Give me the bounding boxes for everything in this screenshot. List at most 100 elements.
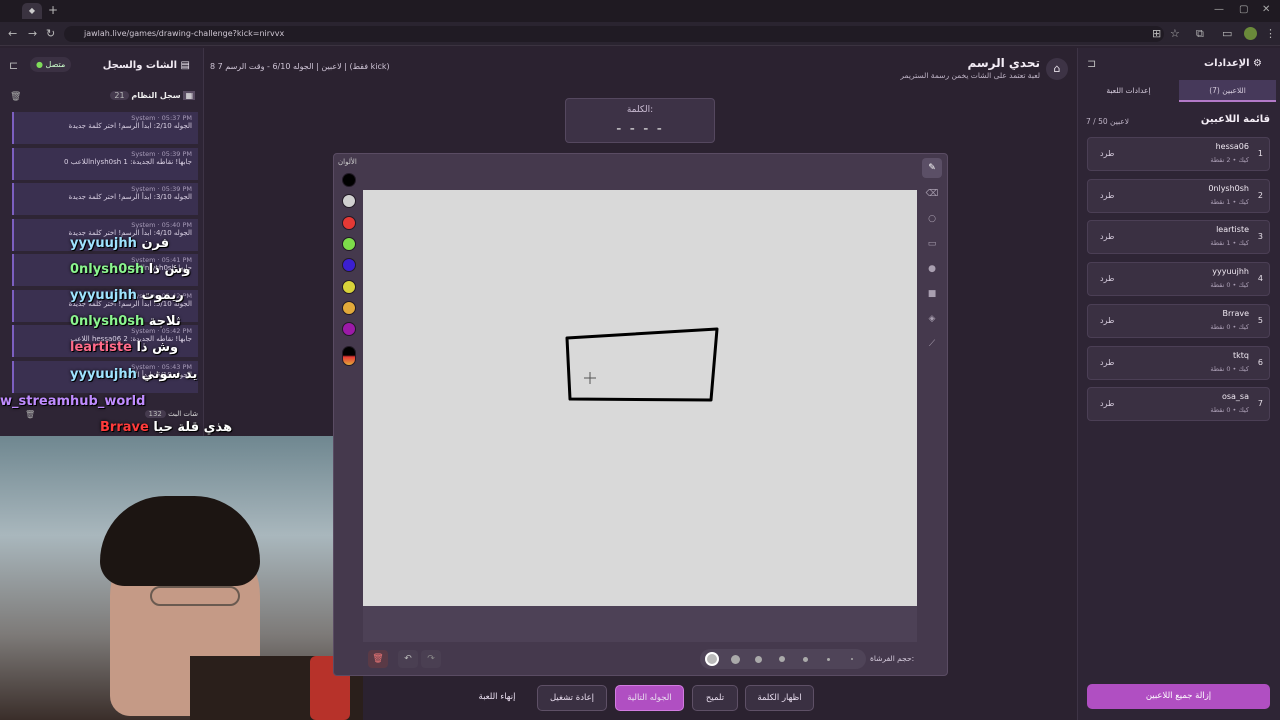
maximize-icon[interactable]: ▢ [1239,4,1248,15]
remove-all-players-button[interactable]: إزالة جميع اللاعبين [1087,684,1270,709]
player-name: 0nlysh0sh [1208,183,1249,193]
collapse-settings-icon[interactable]: ⊐ [1087,57,1096,70]
color-swatch[interactable] [342,322,356,337]
color-swatch[interactable] [342,236,356,251]
brush-size-xs[interactable] [803,657,808,662]
system-log-header[interactable]: 21 سجل النظام ▦ [110,91,195,100]
browser-tab[interactable]: ◆ [22,3,42,19]
connection-status: ● متصل [30,57,72,72]
undo-icon[interactable]: ↶ [398,650,418,668]
brush-size-s[interactable] [779,656,785,662]
round-info: 8 7 لاعبين | الجوله 6/10 - وقت الرسم | (… [210,62,390,71]
clear-canvas-icon[interactable]: 🗑 [368,650,388,668]
kick-player-button[interactable]: طرد [1100,191,1114,200]
trash-icon[interactable]: 🗑 [10,92,21,102]
tab-players[interactable]: اللاعبين (7) [1179,80,1276,102]
home-icon[interactable]: ⌂ [1046,58,1068,80]
kick-player-button[interactable]: طرد [1100,232,1114,241]
stream-chat-footer[interactable]: 132 شات البث [144,410,198,418]
hint-button[interactable]: تلميح [692,685,738,711]
player-row: 3 leartiste كيك • 1 نقطة طرد [1087,220,1270,255]
chat-panel-title: الشات والسجل ▤ [103,60,190,71]
streamer-hair [100,496,260,586]
color-swatch[interactable] [342,173,356,187]
status-dot: ● [36,60,43,69]
overlay-chat-message: 0nlysh0sh ثلاجة [70,314,181,329]
filled-circle-tool-icon[interactable]: ● [922,259,942,279]
player-points: كيك • 1 نقطة [1210,239,1249,248]
brush-size-xl[interactable] [705,652,719,666]
color-swatch[interactable] [342,300,356,315]
reload-icon[interactable]: ↻ [46,27,55,40]
drawn-rectangle [565,327,719,402]
log-meta: System · 05:37 PM [131,114,192,122]
settings-title: الإعدادات ⚙ [1204,58,1262,69]
overlay-chat-text: فرن [141,236,170,251]
browser-tab-bar [0,0,1280,22]
word-blanks: - - - - [616,121,664,137]
rectangle-tool-icon[interactable]: ▭ [922,234,942,254]
brush-size-label: حجم الفرشاة: [870,654,915,663]
filled-rectangle-tool-icon[interactable]: ■ [922,284,942,304]
eraser-tool-icon[interactable]: ⌫ [922,184,942,204]
redo-icon[interactable]: ↷ [421,650,441,668]
url-input[interactable]: jawlah.live/games/drawing-challenge?kick… [64,26,1164,42]
custom-color-picker[interactable] [342,346,356,366]
log-text: الجوله 3/10: ابدأ الرسم! اختر كلمة جديدة [68,193,192,201]
minimize-icon[interactable]: — [1214,4,1224,15]
next-round-button[interactable]: الجوله التالية [615,685,684,711]
player-points: كيك • 0 نقطة [1210,406,1249,415]
circle-tool-icon[interactable]: ○ [922,209,942,229]
overlay-chat-text: وش ذا [136,340,179,355]
color-swatch[interactable] [342,215,356,230]
player-rank: 5 [1257,315,1263,325]
drawing-strokes [565,327,719,402]
chat-title-text: الشات والسجل [102,60,178,71]
tab-game-settings[interactable]: إعدادات اللعبة [1080,80,1177,102]
color-swatch[interactable] [342,279,356,294]
overlay-chat-user: 0nlysh0sh [70,262,145,277]
brush-size-xxs[interactable] [827,658,830,661]
player-rank: 3 [1257,232,1263,242]
overlay-chat-message: 0nlysh0sh وش ذا [70,262,190,277]
kick-player-button[interactable]: طرد [1100,358,1114,367]
drawing-canvas[interactable] [363,190,917,606]
kick-player-button[interactable]: طرد [1100,399,1114,408]
chat-trash-icon[interactable]: 🗑 [25,410,35,419]
profile-avatar[interactable] [1244,27,1257,40]
player-row: 5 Brrave كيك • 0 نقطة طرد [1087,303,1270,338]
word-label: الكلمة: [626,105,654,115]
player-name: Brrave [1222,308,1249,318]
split-icon[interactable]: ▭ [1222,27,1232,40]
collapse-panel-icon[interactable]: ⊏ [9,59,18,72]
brush-size-m[interactable] [755,656,762,663]
restart-button[interactable]: إعادة تشغيل [537,685,607,711]
brush-size-l[interactable] [731,655,740,664]
overlay-chat-user: 0nlysh0sh [70,314,145,329]
overlay-chat-text: هذي قلة حيا [153,420,233,435]
chat-icon: ▤ [180,60,190,71]
line-tool-icon[interactable]: ⟋ [922,334,942,354]
end-game-button[interactable]: إنهاء اللعبة [462,685,532,711]
back-icon[interactable]: ← [8,27,17,40]
bookmark-icon[interactable]: ☆ [1170,27,1180,40]
translate-icon[interactable]: ⊞ [1152,27,1161,40]
close-icon[interactable]: ✕ [1262,4,1270,15]
kick-player-button[interactable]: طرد [1100,149,1114,158]
canvas-footer [363,606,917,642]
new-tab-icon[interactable]: + [48,3,58,17]
forward-icon[interactable]: → [28,27,37,40]
overlay-chat-message: yyyuujhh فرن [70,236,169,251]
kick-player-button[interactable]: طرد [1100,316,1114,325]
overlay-chat-user: yyyuujhh [70,288,137,303]
menu-icon[interactable]: ⋮ [1265,27,1276,40]
pen-tool-icon[interactable]: ✎ [922,158,942,178]
player-rank: 2 [1257,190,1263,200]
player-name: osa_sa [1221,392,1249,402]
fill-bucket-icon[interactable]: ◈ [922,309,942,329]
extensions-icon[interactable]: ⧉ [1196,27,1204,41]
overlay-chat-message: Brrave هذي قلة حيا [100,420,232,435]
brush-size-min[interactable] [851,658,853,660]
kick-player-button[interactable]: طرد [1100,274,1114,283]
reveal-word-button[interactable]: اظهار الكلمة [745,685,814,711]
